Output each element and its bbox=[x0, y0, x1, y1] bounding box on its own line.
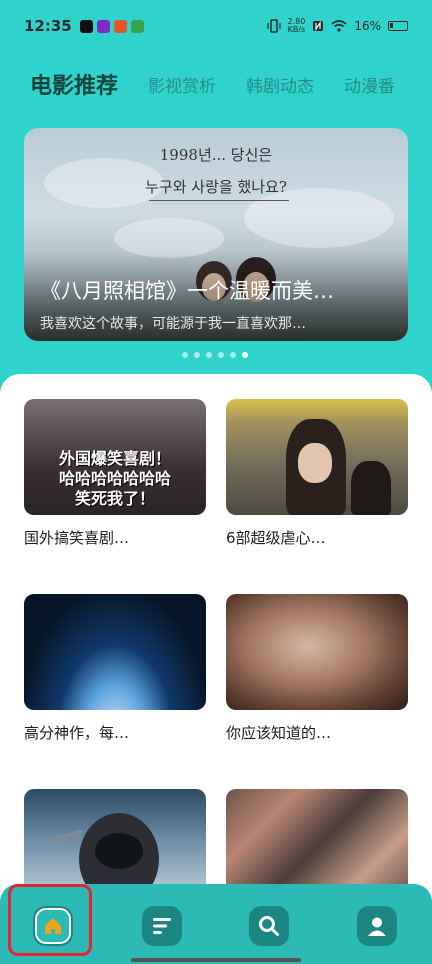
content-panel: 外国爆笑喜剧！ 哈哈哈哈哈哈哈 笑死我了！ 国外搞笑喜剧… 6部超级虐心… 高分… bbox=[0, 374, 432, 964]
carousel-dot[interactable] bbox=[206, 352, 212, 358]
net-speed: 2.80 KB/s bbox=[288, 18, 306, 34]
tab-kdrama-news[interactable]: 韩剧动态 bbox=[246, 72, 314, 97]
profile-icon bbox=[368, 917, 386, 936]
carousel-indicator bbox=[182, 352, 248, 358]
video-title[interactable]: 国外搞笑喜剧… bbox=[24, 527, 206, 548]
video-card[interactable]: 高分神作，每… bbox=[24, 594, 206, 743]
video-title[interactable]: 高分神作，每… bbox=[24, 722, 206, 743]
video-thumbnail[interactable] bbox=[24, 594, 206, 710]
nav-list[interactable] bbox=[142, 906, 182, 946]
app-icon bbox=[96, 19, 110, 33]
video-card[interactable]: 你应该知道的… bbox=[226, 594, 408, 743]
banner-title: 《八月照相馆》一个温暖而美… bbox=[40, 279, 334, 303]
thumbnail-figure bbox=[298, 443, 332, 483]
bottom-nav bbox=[0, 884, 432, 964]
featured-banner[interactable]: 1998년... 당신은 누구와 사랑을 했나요? 《八月照相馆》一个温暖而美…… bbox=[24, 128, 408, 341]
banner-korean-line2: 누구와 사랑을 했나요? bbox=[145, 178, 287, 196]
tiktok-icon bbox=[79, 19, 93, 33]
carousel-dot-active[interactable] bbox=[242, 352, 248, 358]
home-icon bbox=[33, 906, 73, 946]
thumbnail-caption-line: 笑死我了！ bbox=[74, 489, 155, 508]
nfc-icon bbox=[313, 21, 324, 31]
status-bar: 12:35 2.80 KB/s 16% bbox=[0, 0, 432, 52]
vibrate-icon bbox=[266, 19, 281, 33]
nav-profile[interactable] bbox=[357, 906, 397, 946]
video-card[interactable]: 6部超级虐心… bbox=[226, 399, 408, 548]
video-title[interactable]: 你应该知道的… bbox=[226, 722, 408, 743]
carousel-dot[interactable] bbox=[182, 352, 188, 358]
thumbnail-figure bbox=[351, 461, 391, 515]
nav-search[interactable] bbox=[249, 906, 289, 946]
banner-korean-line1: 1998년... 당신은 bbox=[159, 146, 273, 164]
carousel-dot[interactable] bbox=[230, 352, 236, 358]
battery-icon bbox=[388, 21, 408, 31]
home-indicator bbox=[131, 958, 301, 962]
status-right: 2.80 KB/s 16% bbox=[266, 18, 408, 34]
tab-anime[interactable]: 动漫番 bbox=[344, 72, 395, 97]
net-speed-unit: KB/s bbox=[287, 25, 306, 34]
video-thumbnail[interactable]: 外国爆笑喜剧！ 哈哈哈哈哈哈哈 笑死我了！ bbox=[24, 399, 206, 515]
video-thumbnail[interactable] bbox=[226, 594, 408, 710]
nav-home[interactable] bbox=[33, 906, 73, 946]
thumbnail-caption-line: 外国爆笑喜剧！ bbox=[58, 449, 171, 468]
search-icon bbox=[259, 916, 279, 936]
banner-underline bbox=[149, 200, 289, 201]
category-tabs: 电影推荐 影视赏析 韩剧动态 动漫番 bbox=[30, 64, 432, 104]
app-icon bbox=[130, 19, 144, 33]
status-app-icons bbox=[79, 19, 144, 33]
carousel-dot[interactable] bbox=[194, 352, 200, 358]
carousel-dot[interactable] bbox=[218, 352, 224, 358]
tab-movie-recommend[interactable]: 电影推荐 bbox=[30, 68, 118, 100]
thumbnail-caption-line: 哈哈哈哈哈哈哈 bbox=[58, 469, 171, 488]
video-thumbnail[interactable] bbox=[226, 399, 408, 515]
banner-subtitle: 我喜欢这个故事，可能源于我一直喜欢那… bbox=[40, 316, 306, 332]
banner-cloud bbox=[244, 188, 394, 248]
status-time: 12:35 bbox=[24, 17, 72, 35]
list-icon bbox=[153, 918, 171, 934]
thumbnail-caption: 外国爆笑喜剧！ 哈哈哈哈哈哈哈 笑死我了！ bbox=[24, 449, 206, 509]
video-card[interactable]: 外国爆笑喜剧！ 哈哈哈哈哈哈哈 笑死我了！ 国外搞笑喜剧… bbox=[24, 399, 206, 548]
video-title[interactable]: 6部超级虐心… bbox=[226, 527, 408, 548]
battery-percent: 16% bbox=[354, 19, 381, 33]
wifi-icon bbox=[331, 20, 347, 32]
tab-film-review[interactable]: 影视赏析 bbox=[148, 72, 216, 97]
app-icon bbox=[113, 19, 127, 33]
